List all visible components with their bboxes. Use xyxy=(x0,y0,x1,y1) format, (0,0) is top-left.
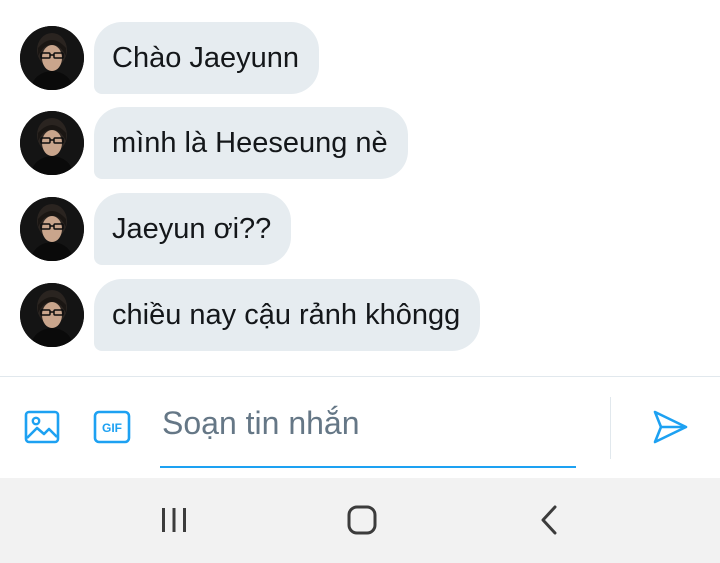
back-icon xyxy=(541,505,557,535)
home-button[interactable] xyxy=(332,498,392,542)
home-icon xyxy=(347,505,377,535)
message-input[interactable] xyxy=(160,401,580,445)
image-icon xyxy=(24,410,60,444)
system-navigation-bar xyxy=(0,478,720,563)
message-bubble[interactable]: chiều nay cậu rảnh khôngg xyxy=(94,279,481,351)
message-row: mình là Heeseung nè xyxy=(20,107,408,179)
message-composer: GIF xyxy=(0,377,720,478)
send-button[interactable] xyxy=(648,405,692,449)
avatar[interactable] xyxy=(20,26,84,90)
message-list: Chào Jaeyunn mình là Heeseung nè Jaeyun … xyxy=(0,0,720,376)
input-underline xyxy=(160,466,576,468)
message-bubble[interactable]: mình là Heeseung nè xyxy=(94,107,408,179)
avatar[interactable] xyxy=(20,283,84,347)
add-gif-button[interactable]: GIF xyxy=(92,407,132,447)
avatar[interactable] xyxy=(20,111,84,175)
avatar[interactable] xyxy=(20,197,84,261)
message-row: Chào Jaeyunn xyxy=(20,22,320,94)
recent-apps-button[interactable] xyxy=(144,498,204,542)
message-row: Jaeyun ơi?? xyxy=(20,193,292,265)
gif-icon: GIF xyxy=(93,410,131,444)
message-bubble[interactable]: Jaeyun ơi?? xyxy=(94,193,292,265)
recent-apps-icon xyxy=(162,508,186,532)
message-row: chiều nay cậu rảnh khôngg xyxy=(20,279,481,351)
back-button[interactable] xyxy=(519,498,579,542)
gif-label: GIF xyxy=(102,421,122,435)
message-bubble[interactable]: Chào Jaeyunn xyxy=(94,22,320,94)
send-divider xyxy=(610,397,611,459)
add-image-button[interactable] xyxy=(22,407,62,447)
send-icon xyxy=(653,410,688,444)
